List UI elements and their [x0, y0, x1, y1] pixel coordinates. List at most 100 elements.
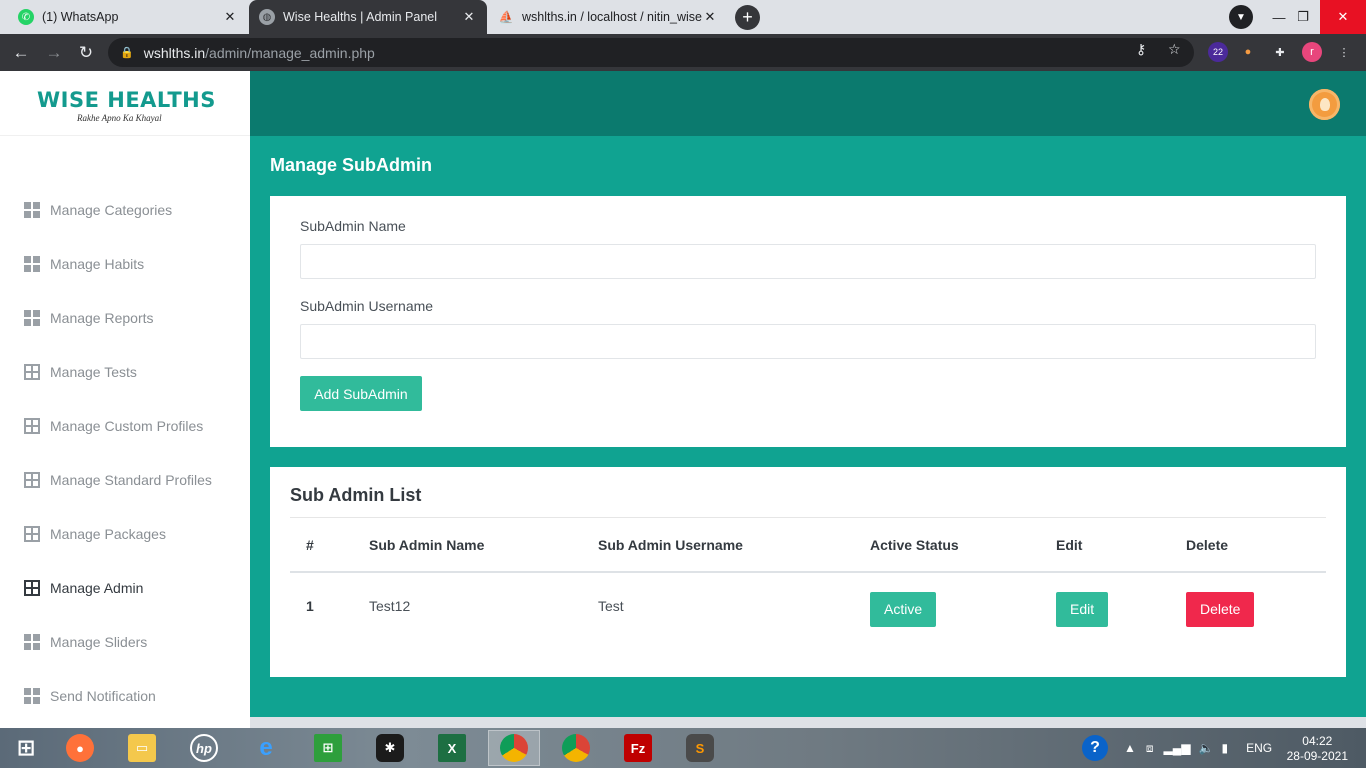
- language-indicator[interactable]: ENG: [1246, 741, 1272, 755]
- dashboard-icon: [24, 634, 40, 650]
- sidebar-item-manage-packages[interactable]: Manage Packages: [0, 507, 250, 561]
- subadmin-table: # Sub Admin Name Sub Admin Username Acti…: [290, 518, 1326, 638]
- tab-phpmyadmin[interactable]: ⛵ wshlths.in / localhost / nitin_wise ✕: [488, 0, 728, 34]
- main-content: Manage SubAdmin SubAdmin Name SubAdmin U…: [250, 136, 1366, 717]
- column-header-name: Sub Admin Name: [353, 518, 582, 573]
- filezilla-logo-icon: Fz: [624, 734, 652, 762]
- battery-icon[interactable]: ▮: [1221, 741, 1228, 755]
- puzzle-icon[interactable]: ✚: [1270, 42, 1290, 62]
- dashboard-icon: [24, 202, 40, 218]
- close-icon[interactable]: ✕: [222, 9, 238, 25]
- store-logo-icon: ⊞: [314, 734, 342, 762]
- sidebar-item-manage-sliders[interactable]: Manage Sliders: [0, 615, 250, 669]
- subadmin-list-title: Sub Admin List: [290, 485, 1326, 518]
- logo[interactable]: WISE HEALTHS Rakhe Apno Ka Khayal: [0, 71, 250, 136]
- sidebar-item-manage-custom-profiles[interactable]: Manage Custom Profiles: [0, 399, 250, 453]
- tab-whatsapp[interactable]: ✆ (1) WhatsApp ✕: [8, 0, 248, 34]
- close-icon[interactable]: ✕: [702, 9, 718, 25]
- sidebar-item-manage-categories[interactable]: Manage Categories: [0, 183, 250, 237]
- internet-explorer-icon[interactable]: e: [240, 730, 292, 766]
- sidebar-item-manage-standard-profiles[interactable]: Manage Standard Profiles: [0, 453, 250, 507]
- avatar-initial: r: [1310, 46, 1314, 58]
- extension-badge-count: 22: [1212, 47, 1223, 57]
- excel-logo-icon: X: [438, 734, 466, 762]
- whatsapp-icon: ✆: [18, 9, 34, 25]
- grid-icon: [24, 364, 40, 380]
- sidebar-item-label: Manage Custom Profiles: [50, 418, 204, 434]
- filezilla-icon[interactable]: Fz: [612, 730, 664, 766]
- sidebar-item-label: Manage Packages: [50, 526, 166, 542]
- chrome-logo-icon: [562, 734, 590, 762]
- sublime-text-icon[interactable]: S: [674, 730, 726, 766]
- firefox-icon[interactable]: ●: [54, 730, 106, 766]
- sidebar-item-manage-reports[interactable]: Manage Reports: [0, 291, 250, 345]
- help-icon[interactable]: ?: [1082, 735, 1108, 761]
- sidebar-item-label: Manage Categories: [50, 202, 173, 218]
- close-icon[interactable]: ✕: [461, 9, 477, 25]
- store-icon[interactable]: ⊞: [302, 730, 354, 766]
- table-header-row: # Sub Admin Name Sub Admin Username Acti…: [290, 518, 1326, 573]
- subadmin-username-input[interactable]: [300, 324, 1316, 359]
- bookmark-star-icon[interactable]: ☆: [1168, 41, 1181, 58]
- network-icon[interactable]: ⧈: [1146, 741, 1154, 756]
- hp-logo-icon: hp: [190, 734, 218, 762]
- reload-icon[interactable]: ↻: [73, 40, 99, 66]
- sidebar-item-manage-habits[interactable]: Manage Habits: [0, 237, 250, 291]
- extension-icon[interactable]: ●: [1238, 42, 1258, 62]
- hp-icon[interactable]: hp: [178, 730, 230, 766]
- clock[interactable]: 04:22 28-09-2021: [1287, 734, 1348, 764]
- windows-logo-icon: ⊞: [16, 735, 36, 760]
- forward-icon[interactable]: →: [41, 40, 67, 66]
- key-icon[interactable]: ⚷: [1136, 41, 1146, 58]
- app-header: [250, 71, 1366, 136]
- kebab-menu-icon[interactable]: ⋮: [1334, 42, 1354, 62]
- chrome-profile-icon[interactable]: [488, 730, 540, 766]
- sidebar-item-send-notification[interactable]: Send Notification: [0, 669, 250, 723]
- signal-icon[interactable]: ▂▄▆: [1164, 741, 1191, 755]
- sidebar-item-label: Send Notification: [50, 688, 156, 704]
- edit-button[interactable]: Edit: [1056, 591, 1109, 627]
- tab-admin-panel[interactable]: ◍ Wise Healths | Admin Panel ✕: [249, 0, 487, 34]
- subadmin-name-input[interactable]: [300, 244, 1316, 279]
- delete-button[interactable]: Delete: [1186, 591, 1255, 627]
- file-explorer-icon[interactable]: ▭: [116, 730, 168, 766]
- sidebar-item-manage-admin[interactable]: Manage Admin: [0, 561, 250, 615]
- avatar[interactable]: r: [1302, 42, 1322, 62]
- back-icon[interactable]: ←: [8, 40, 34, 66]
- volume-icon[interactable]: 🔈: [1199, 741, 1214, 755]
- excel-icon[interactable]: X: [426, 730, 478, 766]
- address-bar[interactable]: 🔒 wshlths.in /admin/manage_admin.php: [108, 38, 1194, 67]
- clock-time: 04:22: [1302, 734, 1333, 748]
- subadmin-list-card: Sub Admin List # Sub Admin Name Sub Admi…: [270, 467, 1346, 677]
- sidebar-item-label: Manage Sliders: [50, 634, 148, 650]
- browser-toolbar: ← → ↻ 🔒 wshlths.in /admin/manage_admin.p…: [0, 34, 1366, 71]
- chevron-up-icon[interactable]: ▲: [1124, 741, 1136, 755]
- column-header-username: Sub Admin Username: [582, 518, 854, 573]
- extension-badge[interactable]: 22: [1208, 42, 1228, 62]
- logo-tagline: Rakhe Apno Ka Khayal: [77, 113, 162, 123]
- chrome-logo-icon: [500, 734, 528, 762]
- grid-icon: [24, 418, 40, 434]
- row-edit-cell: Edit: [1040, 572, 1170, 638]
- column-header-status: Active Status: [854, 518, 1040, 573]
- column-header-number: #: [290, 518, 353, 573]
- subadmin-name-label: SubAdmin Name: [300, 218, 406, 234]
- row-username: Test: [598, 597, 624, 614]
- sidebar-item-label: Manage Reports: [50, 310, 154, 326]
- active-status-button[interactable]: Active: [870, 591, 937, 627]
- sidebar-item-label: Manage Tests: [50, 364, 137, 380]
- sidebar-menu: Manage Categories Manage Habits Manage R…: [0, 136, 250, 723]
- sidebar-item-manage-tests[interactable]: Manage Tests: [0, 345, 250, 399]
- app-icon[interactable]: ✱: [364, 730, 416, 766]
- firefox-logo-icon: ●: [66, 734, 94, 762]
- tab-search-icon[interactable]: ▼: [1229, 5, 1253, 29]
- ie-logo-icon: e: [259, 734, 273, 761]
- page-title: Manage SubAdmin: [270, 155, 433, 175]
- lightbulb-icon[interactable]: [1309, 89, 1340, 120]
- new-tab-button[interactable]: +: [735, 5, 760, 30]
- start-icon[interactable]: ⊞: [0, 730, 52, 766]
- subadmin-username-label: SubAdmin Username: [300, 298, 434, 314]
- chrome-icon[interactable]: [550, 730, 602, 766]
- close-window-button[interactable]: ✕: [1320, 0, 1366, 34]
- add-subadmin-button[interactable]: Add SubAdmin: [300, 376, 422, 411]
